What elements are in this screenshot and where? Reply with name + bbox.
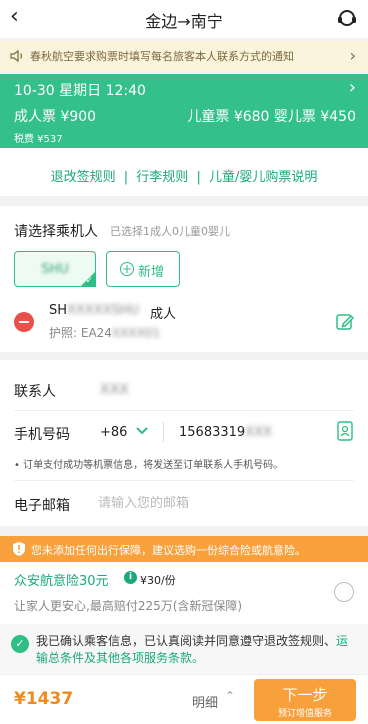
passenger-count: 已选择1成人0儿童0婴儿 xyxy=(110,225,230,238)
adult-price: 成人票 ¥900 xyxy=(14,109,97,125)
baggage-rules-link[interactable]: 行李规则 xyxy=(136,170,188,185)
check-icon: ✓ xyxy=(85,276,93,286)
notice-bar[interactable]: 春秋航空要求购票时填写每名旅客本人联系方式的通知 › xyxy=(0,41,368,71)
plus-circle-icon: + xyxy=(120,262,134,276)
insurance-warning-text: 您未添加任何出行保障，建议选购一份综合险或航意险。 xyxy=(31,544,306,557)
email-label: 电子邮箱 xyxy=(14,498,70,514)
separator: | xyxy=(123,170,129,185)
shield-icon xyxy=(13,542,25,556)
contacts-icon[interactable] xyxy=(336,421,354,441)
contact-name-label: 联系人 xyxy=(14,384,56,400)
insurance-price: ¥30/份 xyxy=(140,574,176,587)
insurance-radio[interactable] xyxy=(334,582,354,602)
total-price: ¥1437 xyxy=(14,689,74,709)
agreement-section: ✓ 我已确认乘客信息，已认真阅读并同意遵守退改签规则、运输总条件及其他各项服务条… xyxy=(0,624,368,674)
section-title: 请选择乘机人 xyxy=(14,224,98,240)
chevron-right-icon: › xyxy=(349,46,356,65)
add-passenger-label: 新增 xyxy=(138,265,165,280)
passenger-type: 成人 xyxy=(150,307,177,322)
divider xyxy=(163,422,164,442)
passenger-name: SHXXXXXSHU xyxy=(49,303,140,318)
phone-hint: • 订单支付成功等机票信息，将发送至订单联系人手机号码。 xyxy=(14,460,284,471)
phone-label: 手机号码 xyxy=(14,427,70,443)
remove-passenger-icon[interactable] xyxy=(14,312,34,332)
flight-date: 10-30 星期日 12:40 xyxy=(14,83,146,99)
next-step-button[interactable]: 下一步 预订增值服务 xyxy=(254,679,356,721)
info-icon[interactable]: i xyxy=(124,571,137,584)
child-infant-price: 儿童票 ¥680 婴儿票 ¥450 xyxy=(187,109,356,125)
child-ticket-link[interactable]: 儿童/婴儿购票说明 xyxy=(209,170,317,185)
refund-rules-link[interactable]: 退改签规则 xyxy=(51,170,116,185)
insurance-warning-banner: 您未添加任何出行保障，建议选购一份综合险或航意险。 xyxy=(0,536,368,562)
passenger-passport: 护照: EA24XXXX01 xyxy=(49,326,161,340)
add-passenger-button[interactable]: + 新增 xyxy=(106,251,180,287)
edit-icon[interactable] xyxy=(336,313,354,331)
agreement-text: 我已确认乘客信息，已认真阅读并同意遵守退改签规则、运输总条件及其他各项服务条款。 xyxy=(36,634,349,665)
flight-summary[interactable]: 10-30 星期日 12:40 › 成人票 ¥900 儿童票 ¥680 婴儿票 … xyxy=(0,74,368,148)
tax-amount: 税费 ¥537 xyxy=(14,134,63,145)
speaker-icon xyxy=(10,49,23,63)
email-field[interactable] xyxy=(98,496,328,511)
divider xyxy=(14,410,354,411)
agreement-checkbox[interactable]: ✓ xyxy=(11,635,29,653)
contact-name-field[interactable]: XXX xyxy=(100,382,129,398)
insurance-description: 让家人更安心,最高赔付225万(含新冠保障) xyxy=(14,599,243,613)
insurance-option[interactable]: 众安航意险30元 i ¥30/份 让家人更安心,最高赔付225万(含新冠保障) xyxy=(0,562,368,624)
passenger-section: 请选择乘机人 已选择1成人0儿童0婴儿 SHU ✓ + 新增 SHXXXXXSH… xyxy=(0,206,368,352)
notice-text: 春秋航空要求购票时填写每名旅客本人联系方式的通知 xyxy=(30,50,294,63)
headset-icon[interactable] xyxy=(336,7,358,29)
passenger-chip-selected[interactable]: SHU ✓ xyxy=(14,251,96,287)
rules-links: 退改签规则 | 行李规则 | 儿童/婴儿购票说明 xyxy=(0,148,368,196)
page-title: 金边→南宁 xyxy=(145,12,223,31)
contact-section: 联系人 XXX 手机号码 +86 15683319XXX • 订单支付成功等机票… xyxy=(0,360,368,526)
chevron-down-icon[interactable] xyxy=(135,424,149,438)
bottom-bar: ¥1437 明细 ⌃ 下一步 预订增值服务 xyxy=(0,674,368,724)
nav-header: ‹ 金边→南宁 xyxy=(0,0,368,38)
price-detail-toggle[interactable]: 明细 xyxy=(192,692,218,711)
passenger-row: SHXXXXXSHU 成人 护照: EA24XXXX01 xyxy=(0,298,368,350)
chevron-right-icon: › xyxy=(348,77,356,98)
divider xyxy=(14,480,354,481)
next-step-sublabel: 预订增值服务 xyxy=(277,709,332,719)
chevron-up-icon[interactable]: ⌃ xyxy=(225,689,235,703)
separator: | xyxy=(196,170,201,185)
next-step-label: 下一步 xyxy=(282,686,328,704)
insurance-name: 众安航意险30元 xyxy=(14,574,109,589)
country-code-select[interactable]: +86 xyxy=(100,425,127,440)
phone-field[interactable]: 15683319XXX xyxy=(179,425,272,440)
